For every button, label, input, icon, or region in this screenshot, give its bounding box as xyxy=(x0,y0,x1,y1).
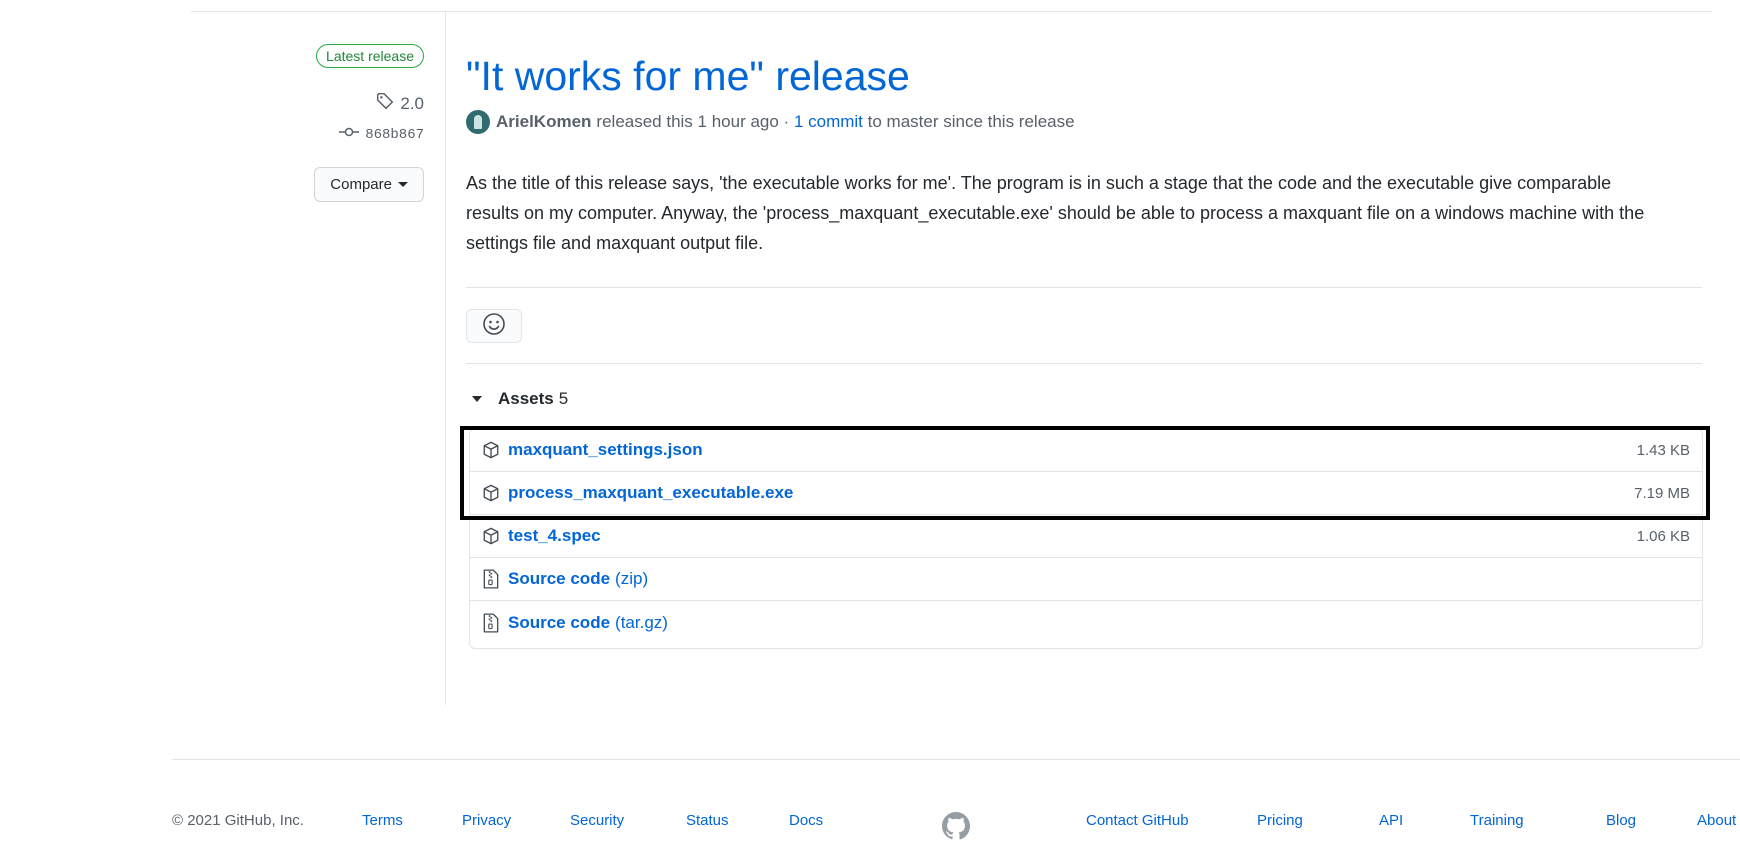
asset-download-link[interactable]: process_maxquant_executable.exe xyxy=(508,483,793,503)
latest-release-badge: Latest release xyxy=(316,44,424,68)
footer-link-status[interactable]: Status xyxy=(686,812,729,829)
author-link[interactable]: ArielKomen xyxy=(496,112,591,132)
footer-link-about[interactable]: About xyxy=(1697,812,1736,829)
top-divider xyxy=(191,11,1712,12)
asset-download-link[interactable]: maxquant_settings.json xyxy=(508,440,703,460)
commit-link[interactable]: 868b867 xyxy=(339,126,424,143)
asset-size: 1.43 KB xyxy=(1636,441,1690,459)
footer-link-training[interactable]: Training xyxy=(1470,812,1524,829)
release-byline: ArielKomen released this 1 hour ago · 1 … xyxy=(466,110,1075,134)
package-icon xyxy=(480,439,502,461)
divider xyxy=(466,363,1702,364)
tag-icon xyxy=(376,92,394,115)
footer-link-security[interactable]: Security xyxy=(570,812,624,829)
asset-download-link[interactable]: test_4.spec xyxy=(508,526,601,546)
asset-row: maxquant_settings.json 1.43 KB xyxy=(470,429,1702,472)
compare-button[interactable]: Compare xyxy=(314,167,424,202)
footer-link-docs[interactable]: Docs xyxy=(789,812,823,829)
released-text: released this 1 hour ago · xyxy=(596,112,794,131)
package-icon xyxy=(480,482,502,504)
footer-copyright: © 2021 GitHub, Inc. xyxy=(172,812,304,829)
assets-label: Assets xyxy=(498,389,554,408)
package-icon xyxy=(480,525,502,547)
add-reaction-button[interactable] xyxy=(466,309,522,343)
commits-since-link[interactable]: 1 commit xyxy=(794,112,863,132)
file-zip-icon xyxy=(480,612,502,634)
footer-link-api[interactable]: API xyxy=(1379,812,1403,829)
assets-list: maxquant_settings.json 1.43 KB process_m… xyxy=(469,428,1703,649)
asset-size: 1.06 KB xyxy=(1636,527,1690,545)
since-text: to master since this release xyxy=(862,112,1075,131)
asset-row: test_4.spec 1.06 KB xyxy=(470,515,1702,558)
tag-link[interactable]: 2.0 xyxy=(376,92,424,115)
asset-row: process_maxquant_executable.exe 7.19 MB xyxy=(470,472,1702,515)
file-zip-icon xyxy=(480,568,502,590)
footer-link-pricing[interactable]: Pricing xyxy=(1257,812,1303,829)
asset-size: 7.19 MB xyxy=(1634,484,1690,502)
github-logo-icon[interactable] xyxy=(942,812,971,844)
source-code-targz-link[interactable]: Source code xyxy=(508,613,610,633)
assets-count: 5 xyxy=(558,389,569,408)
divider xyxy=(466,287,1702,288)
triangle-down-icon xyxy=(472,396,482,402)
asset-ext[interactable]: (zip) xyxy=(615,569,648,589)
assets-toggle[interactable]: Assets 5 xyxy=(472,389,568,409)
smiley-icon xyxy=(482,312,506,341)
release-notes: As the title of this release says, 'the … xyxy=(466,173,1645,253)
footer-link-terms[interactable]: Terms xyxy=(362,812,403,829)
asset-row: Source code (tar.gz) xyxy=(470,601,1702,644)
site-footer: © 2021 GitHub, Inc. Terms Privacy Securi… xyxy=(172,812,1740,840)
footer-link-blog[interactable]: Blog xyxy=(1606,812,1636,829)
git-commit-icon xyxy=(339,126,360,143)
source-code-zip-link[interactable]: Source code xyxy=(508,569,610,589)
asset-row: Source code (zip) xyxy=(470,558,1702,601)
avatar[interactable] xyxy=(466,110,490,134)
footer-divider xyxy=(172,759,1740,760)
compare-label: Compare xyxy=(330,176,392,193)
footer-link-privacy[interactable]: Privacy xyxy=(462,812,511,829)
footer-link-contact[interactable]: Contact GitHub xyxy=(1086,812,1189,829)
asset-ext[interactable]: (tar.gz) xyxy=(615,613,668,633)
timeline-divider xyxy=(445,12,446,705)
chevron-down-icon xyxy=(398,182,408,187)
release-title[interactable]: "It works for me" release xyxy=(466,50,910,102)
commit-sha: 868b867 xyxy=(365,126,424,143)
tag-label: 2.0 xyxy=(400,93,424,113)
